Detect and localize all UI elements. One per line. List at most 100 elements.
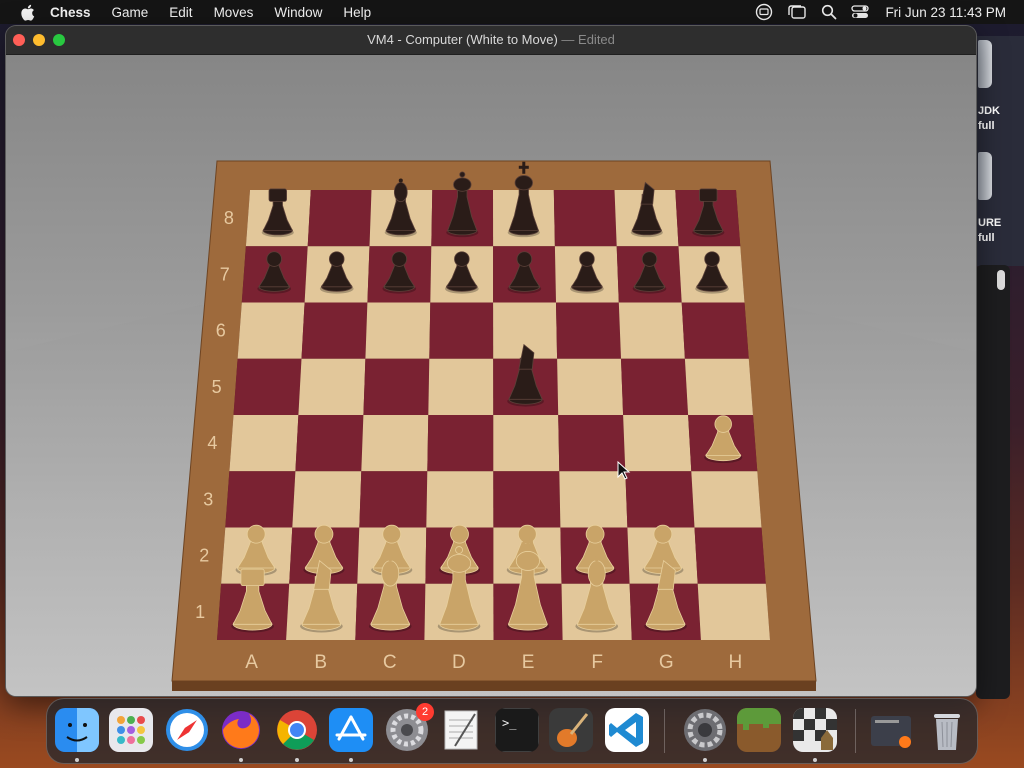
rank-label: 4	[207, 433, 217, 453]
launchpad-icon[interactable]	[109, 708, 153, 752]
square-b6[interactable]	[301, 302, 368, 359]
square-h1[interactable]	[697, 583, 770, 640]
square-g3[interactable]	[625, 471, 695, 528]
window-title-text: VM4 - Computer (White to Move)	[367, 32, 558, 47]
rank-label: 6	[216, 321, 226, 341]
dock-separator	[664, 709, 665, 753]
square-a3[interactable]	[225, 471, 296, 528]
chess-board[interactable]: 8 7 6 5 4 3 2 1 A B C D E F G H	[6, 55, 976, 696]
square-g6[interactable]	[618, 302, 685, 359]
file-label: D	[452, 652, 466, 673]
window-title: VM4 - Computer (White to Move) — Edited	[6, 32, 976, 47]
trash-icon[interactable]	[925, 708, 969, 752]
square-e3[interactable]	[493, 471, 561, 528]
file-label: E	[522, 652, 535, 673]
menu-bar: Chess Game Edit Moves Window Help Fri Ju…	[0, 0, 1024, 24]
square-h2[interactable]	[694, 527, 766, 584]
file-label: H	[729, 652, 743, 673]
square-b8[interactable]	[307, 190, 372, 247]
square-c3[interactable]	[359, 471, 428, 528]
rank-label: 8	[224, 208, 234, 228]
terminal-icon[interactable]: >_	[495, 708, 539, 752]
rank-label: 5	[212, 377, 222, 397]
running-indicator	[813, 758, 817, 762]
running-indicator	[349, 758, 353, 762]
square-f4[interactable]	[558, 415, 626, 472]
window-titlebar[interactable]: VM4 - Computer (White to Move) — Edited	[6, 26, 976, 55]
svg-text:>_: >_	[502, 716, 517, 730]
square-c5[interactable]	[363, 358, 430, 415]
notification-badge: 2	[416, 703, 434, 721]
control-center-icon[interactable]	[851, 4, 870, 20]
square-f3[interactable]	[559, 471, 628, 528]
chess-icon[interactable]	[793, 708, 837, 752]
disk-image-icon[interactable]	[978, 40, 992, 88]
square-f5[interactable]	[557, 358, 624, 415]
file-label: B	[314, 652, 327, 673]
running-indicator	[75, 758, 79, 762]
app-store-icon[interactable]	[329, 708, 373, 752]
menu-help[interactable]: Help	[343, 5, 371, 20]
running-indicator	[295, 758, 299, 762]
finder-icon[interactable]	[55, 708, 99, 752]
menu-app-chess[interactable]: Chess	[50, 5, 91, 20]
chrome-icon[interactable]	[275, 708, 319, 752]
menu-bar-clock[interactable]: Fri Jun 23 11:43 PM	[885, 5, 1006, 20]
running-indicator	[239, 758, 243, 762]
rank-label: 3	[203, 489, 213, 509]
downloads-stack-icon[interactable]	[869, 708, 913, 752]
scrollbar-thumb[interactable]	[997, 270, 1005, 290]
safari-icon[interactable]	[165, 708, 209, 752]
chess-scene[interactable]: 8 7 6 5 4 3 2 1 A B C D E F G H	[6, 55, 976, 696]
square-h3[interactable]	[691, 471, 762, 528]
board-frame-edge	[172, 681, 816, 691]
rank-label: 7	[220, 264, 230, 284]
rank-label: 2	[199, 546, 209, 566]
menu-game[interactable]: Game	[112, 5, 149, 20]
square-g4[interactable]	[623, 415, 692, 472]
square-d4[interactable]	[427, 415, 494, 472]
square-a6[interactable]	[237, 302, 305, 359]
square-b5[interactable]	[298, 358, 366, 415]
square-e4[interactable]	[493, 415, 560, 472]
square-h5[interactable]	[684, 358, 753, 415]
edited-indicator: — Edited	[561, 32, 615, 47]
square-d3[interactable]	[426, 471, 494, 528]
system-preferences-icon[interactable]	[683, 708, 727, 752]
square-g5[interactable]	[621, 358, 689, 415]
desktop-item-label[interactable]: URE full	[978, 216, 1001, 246]
dock: 2 >_	[46, 698, 978, 764]
minecraft-icon[interactable]	[737, 708, 781, 752]
square-h6[interactable]	[681, 302, 749, 359]
square-a5[interactable]	[233, 358, 302, 415]
chess-window: VM4 - Computer (White to Move) — Edited …	[6, 26, 976, 696]
firefox-icon[interactable]	[219, 708, 263, 752]
file-label: A	[245, 652, 258, 673]
dock-separator	[855, 709, 856, 753]
screen-share-icon[interactable]	[755, 3, 773, 21]
disk-image-icon[interactable]	[978, 152, 992, 200]
textedit-icon[interactable]	[439, 708, 483, 752]
garageband-icon[interactable]	[549, 708, 593, 752]
background-window[interactable]	[976, 265, 1010, 699]
square-d5[interactable]	[428, 358, 494, 415]
menu-edit[interactable]: Edit	[169, 5, 192, 20]
rank-label: 1	[195, 602, 205, 622]
menu-moves[interactable]: Moves	[214, 5, 254, 20]
spotlight-search-icon[interactable]	[821, 4, 837, 20]
square-d6[interactable]	[429, 302, 494, 359]
vscode-icon[interactable]	[605, 708, 649, 752]
file-label: C	[383, 652, 397, 673]
square-c6[interactable]	[365, 302, 431, 359]
square-b3[interactable]	[292, 471, 362, 528]
square-f8[interactable]	[553, 190, 617, 247]
apple-menu-icon[interactable]	[18, 3, 36, 21]
menu-window[interactable]: Window	[274, 5, 322, 20]
running-indicator	[703, 758, 707, 762]
square-b4[interactable]	[295, 415, 364, 472]
square-a4[interactable]	[229, 415, 299, 472]
stage-manager-icon[interactable]	[787, 4, 807, 20]
square-c4[interactable]	[361, 415, 429, 472]
desktop-item-label[interactable]: JDK full	[978, 104, 1000, 134]
square-f6[interactable]	[556, 302, 621, 359]
